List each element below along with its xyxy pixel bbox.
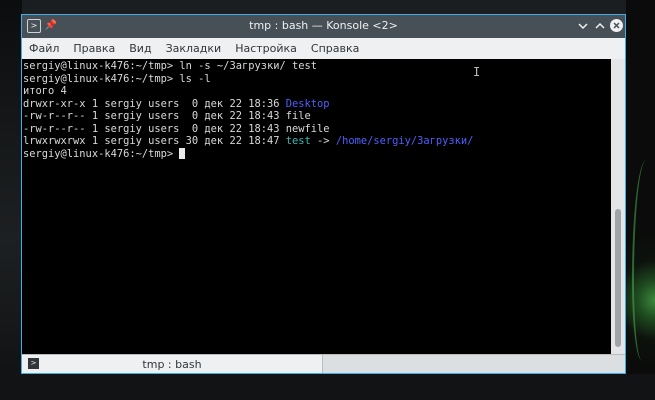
- terminal-line: drwxr-xr-x 1 sergiy users 0 дек 22 18:36…: [23, 98, 611, 111]
- terminal-line: -rw-r--r-- 1 sergiy users 0 дек 22 18:43…: [23, 110, 611, 123]
- menu-edit[interactable]: Правка: [66, 38, 122, 60]
- maximize-button[interactable]: [593, 19, 607, 33]
- text-cursor-ibeam-icon: I: [473, 65, 481, 79]
- scrollbar-thumb[interactable]: [615, 209, 621, 347]
- symlink-name: test: [285, 135, 311, 147]
- terminal-text: drwxr-xr-x 1 sergiy users 0 дек 22 18:36: [23, 97, 286, 110]
- desktop-background-bottom: [0, 374, 655, 400]
- chevron-down-icon: [578, 23, 588, 29]
- terminal-text: sergiy@linux-k476:~/tmp> ln -s ~/Загрузк…: [23, 60, 318, 72]
- desktop-background-left: [0, 0, 22, 400]
- terminal-line: lrwxrwxrwx 1 sergiy users 30 дек 22 18:4…: [23, 135, 611, 148]
- tab-label: tmp : bash: [142, 358, 202, 371]
- close-icon: [613, 22, 620, 29]
- terminal-text: lrwxrwxrwx 1 sergiy users 30 дек 22 18:4…: [23, 135, 286, 147]
- terminal-scrollbar[interactable]: [611, 59, 625, 354]
- terminal-text: sergiy@linux-k476:~/tmp> ls -l: [23, 72, 211, 85]
- window-title: tmp : bash — Konsole <2>: [249, 19, 398, 32]
- menu-bar: Файл Правка Вид Закладки Настройка Справ…: [22, 38, 625, 60]
- desktop-background-right: [626, 0, 655, 400]
- terminal-text: -rw-r--r-- 1 sergiy users 0 дек 22 18:43…: [23, 122, 330, 135]
- terminal-line: sergiy@linux-k476:~/tmp>: [23, 147, 611, 161]
- terminal-output[interactable]: sergiy@linux-k476:~/tmp> ln -s ~/Загрузк…: [22, 59, 611, 354]
- terminal-text: ->: [310, 135, 336, 147]
- tab-tmp-bash[interactable]: > tmp : bash: [22, 355, 323, 373]
- tab-bar: > tmp : bash: [22, 354, 625, 373]
- terminal-line: sergiy@linux-k476:~/tmp> ln -s ~/Загрузк…: [23, 60, 611, 73]
- konsole-window: > 📌 tmp : bash — Konsole <2> Файл Правка…: [21, 14, 626, 374]
- menu-file[interactable]: Файл: [22, 38, 66, 60]
- title-bar[interactable]: > 📌 tmp : bash — Konsole <2>: [22, 15, 625, 38]
- menu-settings[interactable]: Настройка: [228, 38, 304, 60]
- terminal-line: итого 4: [23, 85, 611, 98]
- terminal-text: sergiy@linux-k476:~/tmp>: [23, 147, 180, 160]
- terminal-block-cursor: [179, 147, 186, 159]
- menu-view[interactable]: Вид: [122, 38, 158, 60]
- terminal-text: итого 4: [23, 85, 67, 97]
- menu-help[interactable]: Справка: [304, 38, 366, 60]
- terminal-line: -rw-r--r-- 1 sergiy users 0 дек 22 18:43…: [23, 123, 611, 136]
- directory-name: Desktop: [285, 97, 330, 110]
- terminal-line: sergiy@linux-k476:~/tmp> ls -l: [23, 73, 611, 86]
- chevron-up-icon: [595, 23, 605, 29]
- menu-bookmarks[interactable]: Закладки: [159, 38, 229, 60]
- terminal-text: -rw-r--r-- 1 sergiy users 0 дек 22 18:43…: [23, 110, 311, 122]
- close-button[interactable]: [610, 19, 623, 32]
- minimize-button[interactable]: [576, 19, 590, 33]
- symlink-target: /home/sergiy/Загрузки/: [335, 135, 474, 147]
